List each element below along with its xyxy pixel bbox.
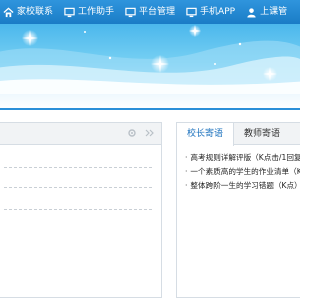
tab-principal-message[interactable]: 校长寄语: [177, 123, 235, 146]
header-banner: [0, 24, 300, 94]
right-content-panel: 校长寄语 教师寄语 高考规则详解评版（K点击/1回复） 一个素质高的学生的作业清…: [176, 122, 300, 298]
news-list: 高考规则详解评版（K点击/1回复） 一个素质高的学生的作业清单（K点 整体跨阶一…: [177, 145, 300, 193]
list-item[interactable]: 整体跨阶一生的学习错题（K点）（点: [185, 179, 300, 193]
list-item[interactable]: 一个素质高的学生的作业清单（K点: [185, 165, 300, 179]
nav-item-label: 工作助手: [78, 6, 115, 17]
nav-item-label: 上课管: [260, 6, 288, 17]
top-navigation: 家校联系 工作助手 平台管理 手机APP 上课管: [0, 0, 300, 24]
nav-item-platform-management[interactable]: 平台管理: [122, 0, 175, 24]
double-chevron-icon[interactable]: [145, 128, 155, 138]
nav-item-mobile-app[interactable]: 手机APP: [183, 0, 235, 24]
left-content-panel: [0, 122, 162, 298]
panel-tools: [127, 128, 155, 138]
tab-teacher-message[interactable]: 教师寄语: [234, 123, 290, 145]
nav-item-label: 手机APP: [200, 6, 236, 17]
list-item[interactable]: 高考规则详解评版（K点击/1回复）: [185, 151, 300, 165]
nav-item-class-management[interactable]: 上课管: [243, 0, 287, 24]
nav-item-label: 家校联系: [17, 6, 54, 17]
tab-bar: 校长寄语 教师寄语: [177, 123, 300, 146]
monitor-icon: [125, 7, 136, 17]
empty-list-row: [4, 187, 152, 188]
nav-item-label: 平台管理: [139, 6, 176, 17]
nav-item-work-assistant[interactable]: 工作助手: [61, 0, 114, 24]
banner-decoration: [0, 25, 300, 94]
home-icon: [3, 7, 14, 17]
empty-list-row: [4, 167, 152, 168]
user-icon: [247, 7, 256, 18]
left-panel-header: [0, 123, 161, 145]
nav-item-home-school[interactable]: 家校联系: [0, 0, 53, 24]
monitor-icon: [186, 7, 197, 17]
monitor-icon: [64, 7, 75, 17]
empty-list-row: [4, 209, 152, 210]
gear-icon[interactable]: [127, 128, 137, 138]
divider-line: [0, 108, 300, 110]
